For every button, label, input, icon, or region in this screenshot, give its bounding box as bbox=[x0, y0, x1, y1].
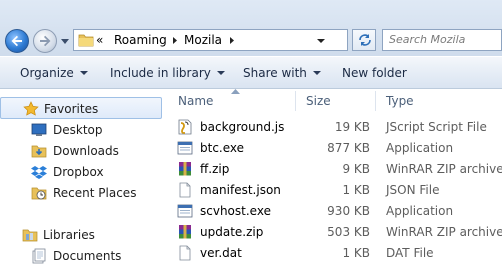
file-name: manifest.json bbox=[200, 183, 281, 197]
file-size: 1 KB bbox=[342, 246, 370, 260]
forward-button[interactable] bbox=[33, 29, 57, 53]
chevron-right-icon[interactable] bbox=[229, 36, 235, 45]
refresh-icon bbox=[359, 34, 371, 46]
table-row[interactable]: manifest.json 1 KB JSON File bbox=[167, 180, 502, 201]
blank-file-icon bbox=[177, 182, 193, 198]
folder-icon bbox=[78, 34, 94, 47]
include-in-library-label: Include in library bbox=[110, 66, 211, 80]
blank-file-icon bbox=[177, 245, 193, 261]
column-divider[interactable] bbox=[295, 91, 296, 111]
file-name: ver.dat bbox=[200, 246, 242, 260]
table-row[interactable]: scvhost.exe 930 KB Application bbox=[167, 201, 502, 222]
file-name: scvhost.exe bbox=[200, 204, 271, 218]
exe-icon bbox=[177, 140, 193, 156]
share-with-label: Share with bbox=[243, 66, 307, 80]
nav-libraries-label: Libraries bbox=[43, 228, 95, 242]
new-folder-button[interactable]: New folder bbox=[342, 66, 407, 80]
file-type: WinRAR ZIP archive bbox=[386, 225, 502, 239]
file-type: DAT File bbox=[386, 246, 434, 260]
column-divider[interactable] bbox=[375, 91, 376, 111]
dropbox-icon bbox=[31, 166, 47, 179]
file-size: 9 KB bbox=[342, 162, 370, 176]
chevron-down-icon bbox=[79, 71, 88, 75]
organize-button[interactable]: Organize bbox=[20, 66, 88, 80]
recent-pages-dropdown-icon[interactable] bbox=[60, 37, 70, 45]
share-with-button[interactable]: Share with bbox=[243, 66, 321, 80]
sort-ascending-icon bbox=[231, 89, 240, 94]
chevron-down-icon[interactable] bbox=[316, 38, 326, 44]
file-name: background.js bbox=[200, 120, 285, 134]
file-type: JSON File bbox=[386, 183, 440, 197]
breadcrumb-item-roaming[interactable]: Roaming bbox=[114, 33, 167, 47]
breadcrumb[interactable]: « Roaming Mozila bbox=[73, 29, 348, 51]
file-list: Name Size Type background.js 19 KB JScript… bbox=[167, 89, 502, 268]
winrar-icon bbox=[177, 161, 193, 177]
table-row[interactable]: update.zip 503 KB WinRAR ZIP archive bbox=[167, 222, 502, 243]
command-bar: Organize Include in library Share with N… bbox=[0, 56, 502, 89]
libraries-icon bbox=[22, 229, 38, 242]
refresh-button[interactable] bbox=[352, 29, 376, 51]
file-size: 19 KB bbox=[334, 120, 370, 134]
sidebar-item-label: Dropbox bbox=[53, 165, 104, 179]
column-header-name[interactable]: Name bbox=[178, 89, 213, 113]
column-header-type[interactable]: Type bbox=[386, 89, 414, 113]
navigation-pane: Favorites Desktop Downloads Dropbox Rece… bbox=[0, 89, 167, 268]
include-in-library-button[interactable]: Include in library bbox=[110, 66, 225, 80]
winrar-icon bbox=[177, 224, 193, 240]
search-input[interactable]: Search Mozila bbox=[382, 29, 502, 51]
recent-places-icon bbox=[31, 187, 47, 200]
forward-arrow-icon bbox=[40, 35, 51, 47]
exe-icon bbox=[177, 203, 193, 219]
sidebar-item-label: Documents bbox=[53, 249, 122, 263]
file-name: btc.exe bbox=[200, 141, 245, 155]
breadcrumb-item-mozila[interactable]: Mozila bbox=[184, 33, 222, 47]
file-name: ff.zip bbox=[200, 162, 230, 176]
star-icon bbox=[23, 101, 39, 116]
chevron-down-icon bbox=[216, 71, 225, 75]
sidebar-item-desktop[interactable]: Desktop bbox=[0, 119, 162, 141]
file-type: JScript Script File bbox=[386, 120, 487, 134]
file-type: WinRAR ZIP archive bbox=[386, 162, 502, 176]
nav-favorites[interactable]: Favorites bbox=[0, 97, 162, 119]
sidebar-item-label: Downloads bbox=[53, 144, 119, 158]
sidebar-item-label: Desktop bbox=[53, 123, 103, 137]
file-size: 503 KB bbox=[327, 225, 370, 239]
breadcrumb-overflow[interactable]: « bbox=[96, 33, 103, 47]
sidebar-item-documents[interactable]: Documents bbox=[0, 245, 162, 267]
new-folder-label: New folder bbox=[342, 66, 407, 80]
back-button[interactable] bbox=[5, 29, 29, 53]
back-arrow-icon bbox=[11, 35, 22, 47]
organize-label: Organize bbox=[20, 66, 74, 80]
table-row[interactable]: ver.dat 1 KB DAT File bbox=[167, 243, 502, 264]
chevron-down-icon bbox=[312, 71, 321, 75]
documents-icon bbox=[32, 248, 46, 264]
file-name: update.zip bbox=[200, 225, 264, 239]
file-type: Application bbox=[386, 204, 454, 218]
column-header-size[interactable]: Size bbox=[306, 89, 331, 113]
sidebar-item-dropbox[interactable]: Dropbox bbox=[0, 161, 162, 183]
file-size: 930 KB bbox=[327, 204, 370, 218]
sidebar-item-label: Recent Places bbox=[53, 186, 137, 200]
desktop-icon bbox=[31, 123, 47, 136]
sidebar-item-recent-places[interactable]: Recent Places bbox=[0, 182, 162, 204]
table-row[interactable]: ff.zip 9 KB WinRAR ZIP archive bbox=[167, 159, 502, 180]
table-row[interactable]: background.js 19 KB JScript Script File bbox=[167, 117, 502, 138]
address-bar: « Roaming Mozila Search Mozila bbox=[0, 0, 502, 56]
sidebar-item-downloads[interactable]: Downloads bbox=[0, 140, 162, 162]
table-row[interactable]: btc.exe 877 KB Application bbox=[167, 138, 502, 159]
file-size: 877 KB bbox=[327, 141, 370, 155]
nav-favorites-label: Favorites bbox=[44, 102, 99, 116]
downloads-folder-icon bbox=[31, 145, 47, 158]
js-script-icon bbox=[177, 119, 193, 135]
chevron-right-icon[interactable] bbox=[172, 36, 178, 45]
nav-libraries[interactable]: Libraries bbox=[0, 224, 162, 246]
file-size: 1 KB bbox=[342, 183, 370, 197]
file-type: Application bbox=[386, 141, 454, 155]
